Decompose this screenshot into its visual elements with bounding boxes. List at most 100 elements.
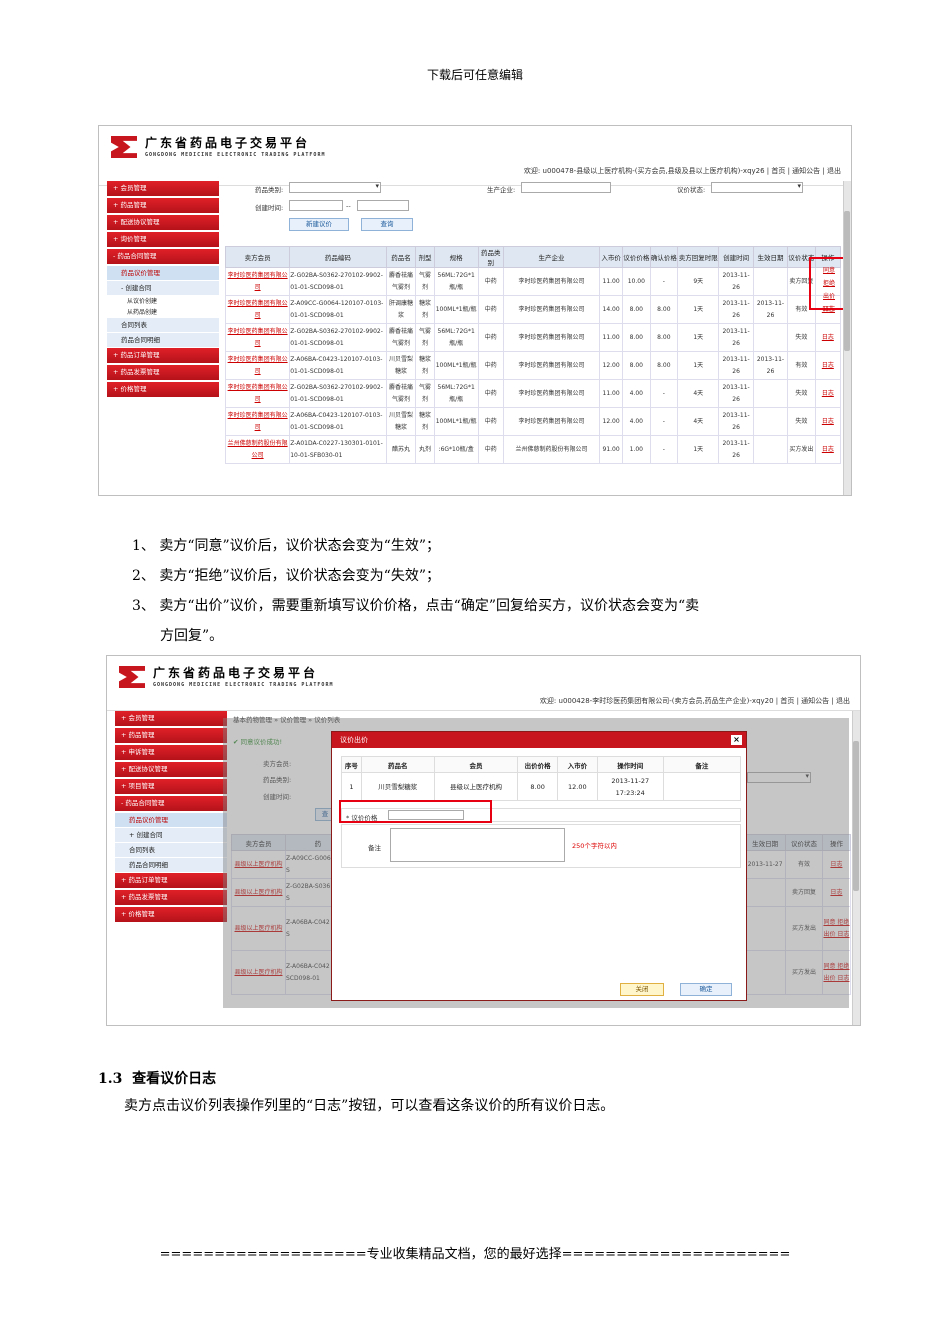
nav-invoice[interactable]: + 药品发票管理 [107, 365, 219, 380]
nav2-create-contract[interactable]: + 创建合同 [115, 828, 227, 842]
status-select[interactable] [711, 182, 803, 193]
th-6: 生产企业 [502, 246, 601, 268]
cell-0[interactable]: 李时珍医药集团有限公司 [224, 323, 291, 352]
nav2-invoice[interactable]: + 药品发票管理 [115, 890, 227, 905]
nav-drug[interactable]: + 药品管理 [107, 198, 219, 213]
nav2-order[interactable]: + 药品订单管理 [115, 873, 227, 888]
nav-price[interactable]: + 价格管理 [107, 382, 219, 397]
query-button[interactable]: 查询 [361, 218, 413, 231]
cell-4: 100ML*1瓶/瓶 [433, 295, 479, 324]
cell-14[interactable]: 日志 [814, 435, 842, 464]
cell-10: 1天 [677, 351, 720, 380]
reject-link[interactable]: 拒绝 [817, 277, 841, 290]
cell-0[interactable]: 李时珍医药集团有限公司 [224, 295, 291, 324]
cell-14[interactable]: 日志 [814, 351, 842, 380]
table-row: 李时珍医药集团有限公司 Z-A09CC-G0064-120107-0103-01-… [224, 295, 842, 324]
cell-12 [752, 323, 789, 352]
cell-1: Z-A06BA-C0423-120107-0103-01-01-SCD098-0… [289, 351, 387, 380]
dlg-th-6: 备注 [662, 756, 742, 773]
scroll-thumb-2[interactable] [853, 741, 859, 891]
producer-input[interactable] [521, 182, 611, 193]
nav-contract[interactable]: - 药品合同管理 [107, 249, 219, 264]
cell-14[interactable]: 日志 [814, 379, 842, 408]
sidebar-2: + 会员管理 + 药品管理 + 申诉管理 + 配送协议管理 + 项目管理 - 药… [115, 711, 227, 924]
cell-0[interactable]: 李时珍医药集团有限公司 [224, 379, 291, 408]
cell-3: 丸剂 [415, 435, 435, 464]
table-row: 李时珍医药集团有限公司 Z-A06BA-C0423-120107-0103-01-… [224, 351, 842, 380]
new-bargain-button[interactable]: 新建议价 [289, 218, 349, 231]
section-heading: 1.3 查看议价日志 [98, 1068, 216, 1088]
bid-link[interactable]: 出价 [817, 290, 841, 303]
welcome-bar[interactable]: 欢迎: u000478-县级以上医疗机构-(买方会员,县级及县以上医疗机构)-x… [524, 166, 841, 176]
dlg-cell-3: 8.00 [517, 772, 558, 801]
cell-8: 1.00 [622, 435, 651, 464]
table-row: 李时珍医药集团有限公司 Z-A06BA-C0423-120107-0103-01-… [224, 407, 842, 436]
nav-delivery[interactable]: + 配送协议管理 [107, 215, 219, 230]
price-input[interactable] [388, 810, 464, 820]
confirm-button[interactable]: 确定 [680, 983, 732, 996]
nav-contract-detail[interactable]: 药品合同明细 [107, 333, 219, 347]
nav-create-contract[interactable]: - 创建合同 [107, 281, 219, 295]
th-5: 药品类别 [477, 246, 504, 268]
cell-11: 2013-11-26 [718, 267, 754, 296]
th-7: 入市价 [599, 246, 624, 268]
create-time-from[interactable] [289, 200, 343, 211]
drug-type-select[interactable] [289, 182, 381, 193]
cell-6: 兰州佛慈制药股份有限公司 [502, 435, 601, 464]
nav2-delivery[interactable]: + 配送协议管理 [115, 762, 227, 777]
cell-0[interactable]: 李时珍医药集团有限公司 [224, 407, 291, 436]
nav-contract-list[interactable]: 合同列表 [107, 318, 219, 332]
cell-6: 李时珍医药集团有限公司 [502, 267, 601, 296]
nav2-contract[interactable]: - 药品合同管理 [115, 796, 227, 811]
nav-member[interactable]: + 会员管理 [107, 181, 219, 196]
step-2: 2、 卖方“拒绝”议价后，议价状态会变为“失效”； [132, 568, 440, 584]
nav2-member[interactable]: + 会员管理 [115, 711, 227, 726]
table-row: 李时珍医药集团有限公司 Z-G02BA-S0362-270102-9902-01-… [224, 379, 842, 408]
cell-7: 12.00 [599, 351, 624, 380]
cell-14[interactable]: 日志 [814, 323, 842, 352]
nav2-project[interactable]: + 项目管理 [115, 779, 227, 794]
create-time-to[interactable] [357, 200, 409, 211]
sidebar: + 会员管理 + 药品管理 + 配送协议管理 + 询价管理 - 药品合同管理 药… [107, 181, 219, 399]
nav2-contract-list[interactable]: 合同列表 [115, 843, 227, 857]
agree-link[interactable]: 同意 [817, 264, 841, 277]
cell-0[interactable]: 李时珍医药集团有限公司 [224, 351, 291, 380]
nav2-bargain[interactable]: 药品议价管理 [115, 813, 227, 827]
nav-bargain[interactable]: 药品议价管理 [107, 266, 219, 280]
nav2-appeal[interactable]: + 申诉管理 [115, 745, 227, 760]
scroll-thumb[interactable] [844, 211, 850, 351]
producer-label: 生产企业: [487, 186, 516, 194]
dlg-th-4: 入市价 [557, 756, 598, 773]
nav-order[interactable]: + 药品订单管理 [107, 348, 219, 363]
cell-8: 4.00 [622, 379, 651, 408]
nav-from-bargain[interactable]: 从议价创建 [107, 296, 219, 307]
welcome-bar-2[interactable]: 欢迎: u000428-李时珍医药集团有限公司-(卖方会员,药品生产企业)-xq… [540, 696, 850, 706]
cell-5: 中药 [477, 435, 504, 464]
dialog-close-icon[interactable]: × [731, 735, 742, 745]
nav2-drug[interactable]: + 药品管理 [115, 728, 227, 743]
cell-12 [752, 407, 789, 436]
dlg-cell-0: 1 [341, 772, 362, 801]
screenshot-bid-dialog: 广东省药品电子交易平台 GONGDONG MEDICINE ELECTRONIC… [106, 655, 861, 1026]
row1-ops: 同意 拒绝 出价 日志 [817, 264, 841, 316]
nav2-price[interactable]: + 价格管理 [115, 907, 227, 922]
cell-8: 4.00 [622, 407, 651, 436]
log-link[interactable]: 日志 [817, 303, 841, 316]
cell-0[interactable]: 李时珍医药集团有限公司 [224, 267, 291, 296]
cell-9: - [649, 267, 679, 296]
nav-from-drug[interactable]: 从药品创建 [107, 307, 219, 318]
close-button[interactable]: 关闭 [620, 983, 664, 996]
screenshot-bargain-list: 广东省药品电子交易平台 GONGDONG MEDICINE ELECTRONIC… [98, 125, 852, 496]
price-label: * 议价价格 [346, 814, 378, 822]
th-9: 确认价格 [649, 246, 679, 268]
nav2-contract-detail[interactable]: 药品合同明细 [115, 858, 227, 872]
cell-10: 1天 [677, 295, 720, 324]
cell-0[interactable]: 兰州佛慈制药股份有限公司 [224, 435, 291, 464]
cell-14[interactable]: 日志 [814, 407, 842, 436]
remark-textarea[interactable] [390, 828, 565, 862]
vertical-scrollbar[interactable] [843, 181, 851, 495]
top-banner: 广东省药品电子交易平台 GONGDONG MEDICINE ELECTRONIC… [99, 126, 851, 186]
cell-11: 2013-11-26 [718, 435, 754, 464]
nav-inquiry[interactable]: + 询价管理 [107, 232, 219, 247]
vertical-scrollbar-2[interactable] [852, 711, 860, 1025]
